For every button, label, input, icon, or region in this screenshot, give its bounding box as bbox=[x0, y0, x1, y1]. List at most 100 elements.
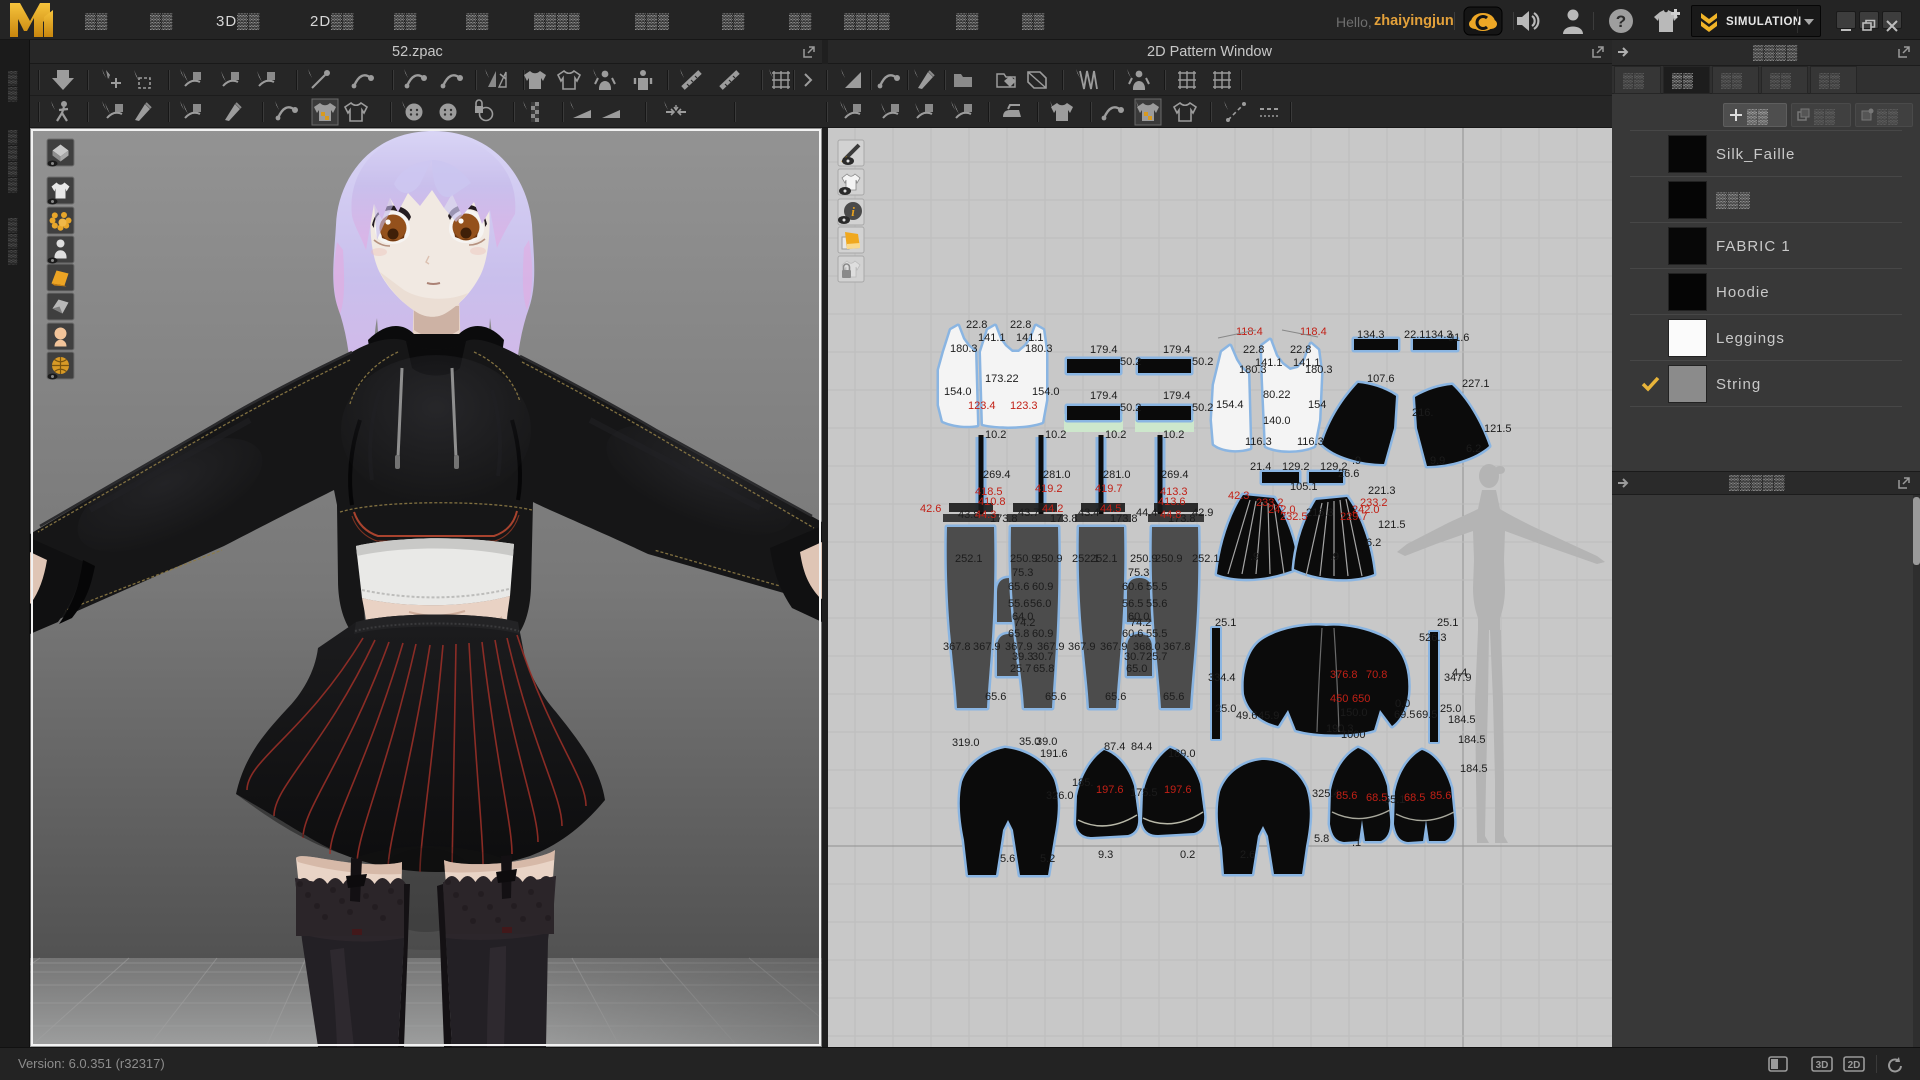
svg-text:154: 154 bbox=[1308, 399, 1326, 411]
svg-text:154.0: 154.0 bbox=[1032, 386, 1060, 398]
svg-text:150.0: 150.0 bbox=[1340, 707, 1368, 719]
svg-text:175.5: 175.5 bbox=[1130, 787, 1158, 799]
svg-text:10.2: 10.2 bbox=[1163, 429, 1184, 441]
svg-text:85.6: 85.6 bbox=[1336, 790, 1357, 802]
svg-text:43.7: 43.7 bbox=[1018, 507, 1039, 519]
svg-text:419.2: 419.2 bbox=[1035, 483, 1063, 495]
svg-text:85.6: 85.6 bbox=[1430, 790, 1451, 802]
svg-text:5.2: 5.2 bbox=[1040, 853, 1055, 865]
svg-text:123.3: 123.3 bbox=[1010, 400, 1038, 412]
svg-text:250.9: 250.9 bbox=[1130, 553, 1158, 565]
svg-text:80.22: 80.22 bbox=[1263, 389, 1291, 401]
svg-text:180.3: 180.3 bbox=[1305, 364, 1333, 376]
svg-text:65.6: 65.6 bbox=[1008, 581, 1029, 593]
svg-text:44.2: 44.2 bbox=[1042, 503, 1063, 515]
svg-text:9.9: 9.9 bbox=[1430, 455, 1445, 467]
svg-text:6.2: 6.2 bbox=[1366, 537, 1381, 549]
svg-text:68.5: 68.5 bbox=[1366, 792, 1387, 804]
svg-text:250.9: 250.9 bbox=[1010, 553, 1038, 565]
svg-text:55.6: 55.6 bbox=[1008, 598, 1029, 610]
svg-text:10.2: 10.2 bbox=[1045, 429, 1066, 441]
svg-text:2D: 2D bbox=[1848, 1060, 1861, 1071]
svg-text:84.4: 84.4 bbox=[1131, 741, 1152, 753]
svg-text:229.7: 229.7 bbox=[1340, 511, 1368, 523]
svg-text:410.8: 410.8 bbox=[978, 496, 1006, 508]
svg-text:44.3: 44.3 bbox=[975, 509, 996, 521]
svg-text:22.8: 22.8 bbox=[966, 319, 987, 331]
svg-text:25.7: 25.7 bbox=[1146, 651, 1167, 663]
svg-text:50.2: 50.2 bbox=[1120, 356, 1141, 368]
svg-text:56.0: 56.0 bbox=[1030, 598, 1051, 610]
svg-text:25.1: 25.1 bbox=[1437, 617, 1458, 629]
svg-text:185.: 185. bbox=[1072, 777, 1093, 789]
svg-text:75.3: 75.3 bbox=[1012, 567, 1033, 579]
svg-text:42.3: 42.3 bbox=[1228, 490, 1249, 502]
svg-text:197.6: 197.6 bbox=[1164, 784, 1192, 796]
svg-text:450: 450 bbox=[1330, 693, 1348, 705]
svg-text:252.1: 252.1 bbox=[1090, 553, 1118, 565]
svg-text:141.1: 141.1 bbox=[978, 332, 1006, 344]
svg-text:376.8: 376.8 bbox=[1330, 669, 1358, 681]
svg-text:?: ? bbox=[1616, 12, 1626, 31]
svg-text:189.0: 189.0 bbox=[1168, 748, 1196, 760]
svg-text:227.1: 227.1 bbox=[1462, 378, 1490, 390]
svg-text:129.2: 129.2 bbox=[1282, 461, 1310, 473]
svg-text:179.4: 179.4 bbox=[1163, 390, 1191, 402]
svg-text:319.0: 319.0 bbox=[952, 737, 980, 749]
svg-text:367.9: 367.9 bbox=[1068, 641, 1096, 653]
svg-text:30.7: 30.7 bbox=[1032, 651, 1053, 663]
svg-text:197.6: 197.6 bbox=[1096, 784, 1124, 796]
svg-text:69.5: 69.5 bbox=[1416, 709, 1437, 721]
svg-text:25.1: 25.1 bbox=[1215, 617, 1236, 629]
svg-text:65.8: 65.8 bbox=[1008, 628, 1029, 640]
svg-text:50.2: 50.2 bbox=[1192, 402, 1213, 414]
svg-text:60.9: 60.9 bbox=[1032, 581, 1053, 593]
svg-text:50.2: 50.2 bbox=[1120, 402, 1141, 414]
svg-text:26.6: 26.6 bbox=[1338, 468, 1359, 480]
svg-text:281.0: 281.0 bbox=[1043, 469, 1071, 481]
svg-text:42.6: 42.6 bbox=[920, 503, 941, 515]
svg-text:179.4: 179.4 bbox=[1090, 390, 1118, 402]
svg-text:65.8: 65.8 bbox=[1033, 663, 1054, 675]
svg-text:56.5: 56.5 bbox=[1122, 598, 1143, 610]
svg-text:21.4: 21.4 bbox=[1250, 461, 1271, 473]
svg-text:173.22: 173.22 bbox=[985, 373, 1019, 385]
svg-text:65.6: 65.6 bbox=[1105, 691, 1126, 703]
svg-text:116.3: 116.3 bbox=[1297, 436, 1324, 448]
svg-text:i: i bbox=[851, 204, 855, 219]
svg-text:68.5: 68.5 bbox=[1404, 792, 1425, 804]
svg-text:50.2: 50.2 bbox=[1192, 356, 1213, 368]
svg-text:44.5: 44.5 bbox=[1100, 503, 1121, 515]
svg-text:0.2: 0.2 bbox=[1180, 849, 1195, 861]
svg-text:123.4: 123.4 bbox=[968, 400, 996, 412]
svg-text:87.4: 87.4 bbox=[1104, 741, 1125, 753]
svg-text:60.9: 60.9 bbox=[1032, 628, 1053, 640]
svg-text:134.3: 134.3 bbox=[1357, 329, 1385, 341]
svg-text:116.3: 116.3 bbox=[1245, 436, 1272, 448]
svg-text:180.3: 180.3 bbox=[1025, 343, 1053, 355]
svg-text:250.9: 250.9 bbox=[1155, 553, 1183, 565]
svg-text:9.3: 9.3 bbox=[1098, 849, 1113, 861]
svg-text:179.4: 179.4 bbox=[1163, 344, 1191, 356]
svg-text:250.9: 250.9 bbox=[1035, 553, 1063, 565]
svg-text:334.4: 334.4 bbox=[1208, 672, 1236, 684]
svg-text:10.2: 10.2 bbox=[985, 429, 1006, 441]
svg-text:154.4: 154.4 bbox=[1216, 399, 1244, 411]
svg-text:221.3: 221.3 bbox=[1368, 485, 1396, 497]
svg-text:216.3: 216.3 bbox=[1306, 507, 1334, 519]
svg-text:25.7: 25.7 bbox=[1010, 663, 1031, 675]
svg-text:118.4: 118.4 bbox=[1236, 326, 1263, 338]
svg-text:232.5: 232.5 bbox=[1280, 511, 1308, 523]
svg-text:191.6: 191.6 bbox=[1040, 748, 1068, 760]
svg-text:269.4: 269.4 bbox=[1161, 469, 1189, 481]
svg-text:180.3: 180.3 bbox=[1239, 364, 1267, 376]
svg-text:22.8: 22.8 bbox=[1243, 344, 1264, 356]
svg-text:60.6: 60.6 bbox=[1122, 581, 1143, 593]
svg-text:65.6: 65.6 bbox=[985, 691, 1006, 703]
svg-text:367.9: 367.9 bbox=[973, 641, 1001, 653]
svg-text:216.: 216. bbox=[1412, 407, 1433, 419]
svg-text:2.6: 2.6 bbox=[1240, 849, 1255, 861]
svg-text:10.2: 10.2 bbox=[1105, 429, 1126, 441]
svg-text:65.0: 65.0 bbox=[1126, 663, 1147, 675]
svg-text:22.8: 22.8 bbox=[1010, 319, 1031, 331]
